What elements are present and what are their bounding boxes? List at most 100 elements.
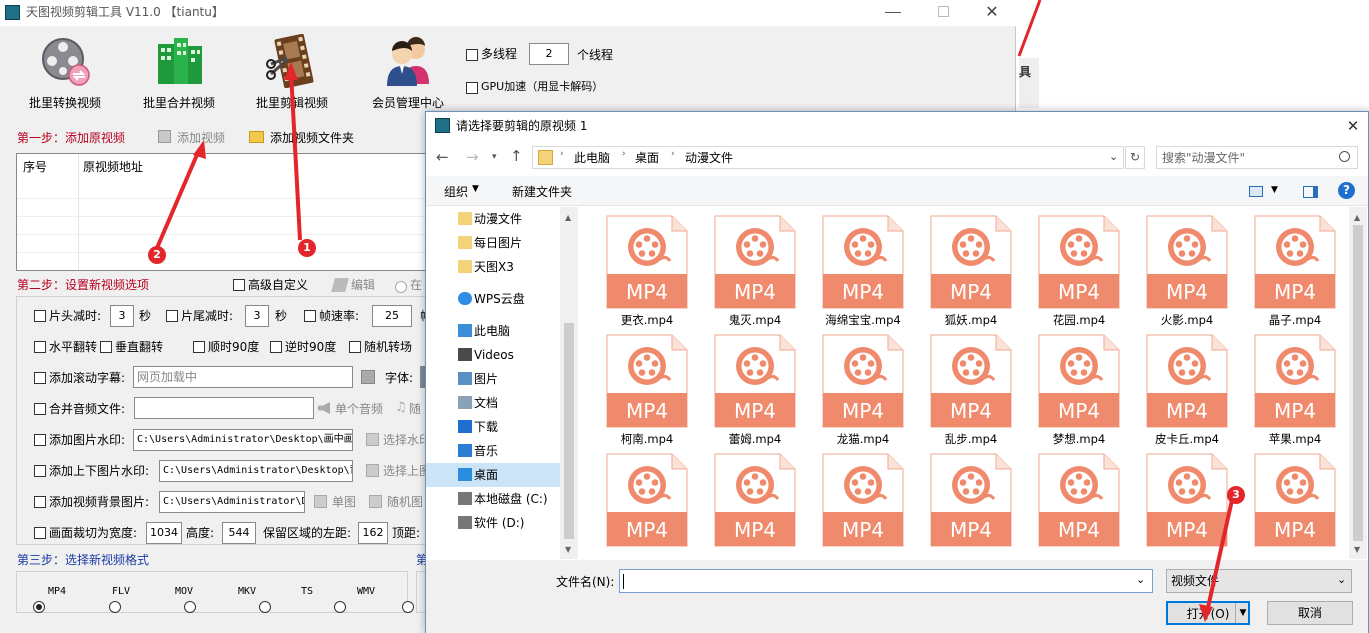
vflip-checkbox[interactable] — [100, 341, 112, 353]
breadcrumb-anime-folder[interactable]: 动漫文件 — [685, 150, 733, 166]
background-image-checkbox[interactable] — [34, 496, 46, 508]
top-bottom-watermark-path[interactable]: C:\Users\Administrator\Desktop\背 — [159, 460, 353, 482]
add-video-button[interactable]: 添加视频 — [177, 130, 225, 146]
file-item[interactable]: MP4 蕾姆.mp4 — [713, 334, 797, 446]
file-item[interactable]: MP4 晶子.mp4 — [1253, 215, 1337, 327]
nav-item-2[interactable]: 天图X3 — [426, 255, 560, 279]
crop-checkbox[interactable] — [34, 527, 46, 539]
view-options-icon[interactable] — [1249, 186, 1263, 197]
format-radio-wmv[interactable] — [402, 600, 414, 613]
file-item[interactable]: MP4 — [929, 453, 1013, 551]
file-item[interactable]: MP4 狐妖.mp4 — [929, 215, 1013, 327]
file-item[interactable]: MP4 海绵宝宝.mp4 — [821, 215, 905, 327]
file-item[interactable]: MP4 乱步.mp4 — [929, 334, 1013, 446]
file-item[interactable]: MP4 — [821, 453, 905, 551]
nav-item-7[interactable]: 文档 — [426, 391, 560, 415]
random-transition-checkbox[interactable] — [349, 341, 361, 353]
dialog-close-button[interactable]: ✕ — [1344, 116, 1362, 136]
nav-item-11[interactable]: 本地磁盘 (C:) — [426, 487, 560, 511]
multithread-checkbox[interactable] — [466, 49, 478, 61]
maximize-button[interactable] — [938, 6, 949, 17]
file-scrollbar[interactable]: ▲ ▼ — [1349, 207, 1367, 559]
nav-item-12[interactable]: 软件 (D:) — [426, 511, 560, 535]
file-item[interactable]: MP4 梦想.mp4 — [1037, 334, 1121, 446]
nav-scrollbar[interactable]: ▲ ▼ — [560, 207, 578, 559]
format-radio-mov[interactable] — [184, 600, 196, 613]
file-item[interactable]: MP4 — [605, 453, 689, 551]
single-audio-button[interactable]: 单个音频 — [335, 401, 383, 417]
file-item[interactable]: MP4 鬼灭.mp4 — [713, 215, 797, 327]
back-button[interactable]: ← — [436, 148, 454, 166]
address-dropdown-icon[interactable]: ⌄ — [1109, 150, 1118, 163]
image-watermark-path[interactable]: C:\Users\Administrator\Desktop\画中画 — [133, 429, 353, 451]
filename-dropdown-icon[interactable]: ⌄ — [1136, 573, 1145, 586]
forward-button[interactable]: → — [466, 148, 484, 166]
nav-item-0[interactable]: 动漫文件 — [426, 207, 560, 231]
random-audio-button[interactable]: 随 — [409, 401, 421, 417]
merge-audio-checkbox[interactable] — [34, 403, 46, 415]
format-radio-ts[interactable] — [334, 600, 346, 613]
head-cut-checkbox[interactable] — [34, 310, 46, 322]
breadcrumb-desktop[interactable]: 桌面 — [635, 150, 659, 166]
scroll-subtitle-input[interactable]: 网页加载中 — [133, 366, 353, 388]
close-button[interactable]: ✕ — [984, 3, 1000, 21]
add-folder-button[interactable]: 添加视频文件夹 — [270, 130, 354, 146]
top-bottom-watermark-checkbox[interactable] — [34, 465, 46, 477]
hflip-checkbox[interactable] — [34, 341, 46, 353]
up-button[interactable]: ↑ — [510, 147, 528, 165]
format-radio-mp4[interactable] — [33, 600, 45, 613]
address-bar[interactable]: › 此电脑 › 桌面 › 动漫文件 ⌄ — [532, 146, 1124, 169]
video-list-table[interactable]: 序号 原视频地址 — [16, 153, 437, 271]
filename-input[interactable]: ⌄ — [619, 569, 1153, 593]
ccw90-checkbox[interactable] — [270, 341, 282, 353]
file-item[interactable]: MP4 — [1253, 453, 1337, 551]
head-cut-input[interactable]: 3 — [110, 305, 134, 327]
nav-item-1[interactable]: 每日图片 — [426, 231, 560, 255]
batch-convert-button[interactable]: 批里转换视频 — [27, 34, 103, 111]
nav-item-9[interactable]: 音乐 — [426, 439, 560, 463]
file-item[interactable]: MP4 苹果.mp4 — [1253, 334, 1337, 446]
batch-edit-button[interactable]: 批里剪辑视频 — [254, 34, 330, 111]
file-item[interactable]: MP4 更衣.mp4 — [605, 215, 689, 327]
file-item[interactable]: MP4 龙猫.mp4 — [821, 334, 905, 446]
organize-button[interactable]: 组织 — [444, 184, 468, 200]
file-item[interactable]: MP4 — [1037, 453, 1121, 551]
refresh-button[interactable]: ↻ — [1125, 146, 1145, 169]
filetype-select[interactable]: 视频文件 ⌄ — [1166, 569, 1352, 593]
file-item[interactable]: MP4 火影.mp4 — [1145, 215, 1229, 327]
scroll-subtitle-checkbox[interactable] — [34, 372, 46, 384]
keep-left-input[interactable]: 162 — [358, 522, 388, 544]
crop-width-input[interactable]: 1034 — [146, 522, 182, 544]
tail-cut-checkbox[interactable] — [166, 310, 178, 322]
cancel-button[interactable]: 取消 — [1267, 601, 1353, 625]
main-title-bar[interactable]: 天图视频剪辑工具 V11.0 【tiantu】 ✕ — [0, 0, 1016, 26]
dialog-title-bar[interactable]: 请选择要剪辑的原视频 1 ✕ — [426, 112, 1368, 140]
background-image-path[interactable]: C:\Users\Administrator\D — [159, 491, 305, 513]
preview-pane-icon[interactable] — [1303, 186, 1318, 198]
breadcrumb-this-pc[interactable]: 此电脑 — [574, 150, 610, 166]
mode-radio[interactable] — [395, 280, 407, 293]
thread-count-input[interactable]: 2 — [529, 43, 569, 65]
open-split-dropdown[interactable]: ▼ — [1235, 603, 1250, 623]
crop-height-input[interactable]: 544 — [222, 522, 256, 544]
file-item[interactable]: MP4 — [1145, 453, 1229, 551]
fps-checkbox[interactable] — [304, 310, 316, 322]
file-item[interactable]: MP4 花园.mp4 — [1037, 215, 1121, 327]
format-radio-flv[interactable] — [109, 600, 121, 613]
image-watermark-checkbox[interactable] — [34, 434, 46, 446]
gpu-checkbox[interactable] — [466, 82, 478, 94]
nav-item-4[interactable]: 此电脑 — [426, 319, 560, 343]
cw90-checkbox[interactable] — [193, 341, 205, 353]
fps-input[interactable]: 25 — [372, 305, 412, 327]
new-folder-button[interactable]: 新建文件夹 — [512, 184, 572, 200]
tail-cut-input[interactable]: 3 — [245, 305, 269, 327]
file-item[interactable]: MP4 皮卡丘.mp4 — [1145, 334, 1229, 446]
member-center-button[interactable]: 会员管理中心 — [370, 34, 446, 111]
nav-item-6[interactable]: 图片 — [426, 367, 560, 391]
batch-merge-button[interactable]: 批里合并视频 — [141, 34, 217, 111]
file-item[interactable]: MP4 柯南.mp4 — [605, 334, 689, 446]
recent-dropdown-icon[interactable]: ▾ — [492, 150, 502, 164]
advanced-checkbox[interactable] — [233, 279, 245, 291]
merge-audio-input[interactable] — [134, 397, 314, 419]
minimize-button[interactable] — [885, 5, 901, 19]
